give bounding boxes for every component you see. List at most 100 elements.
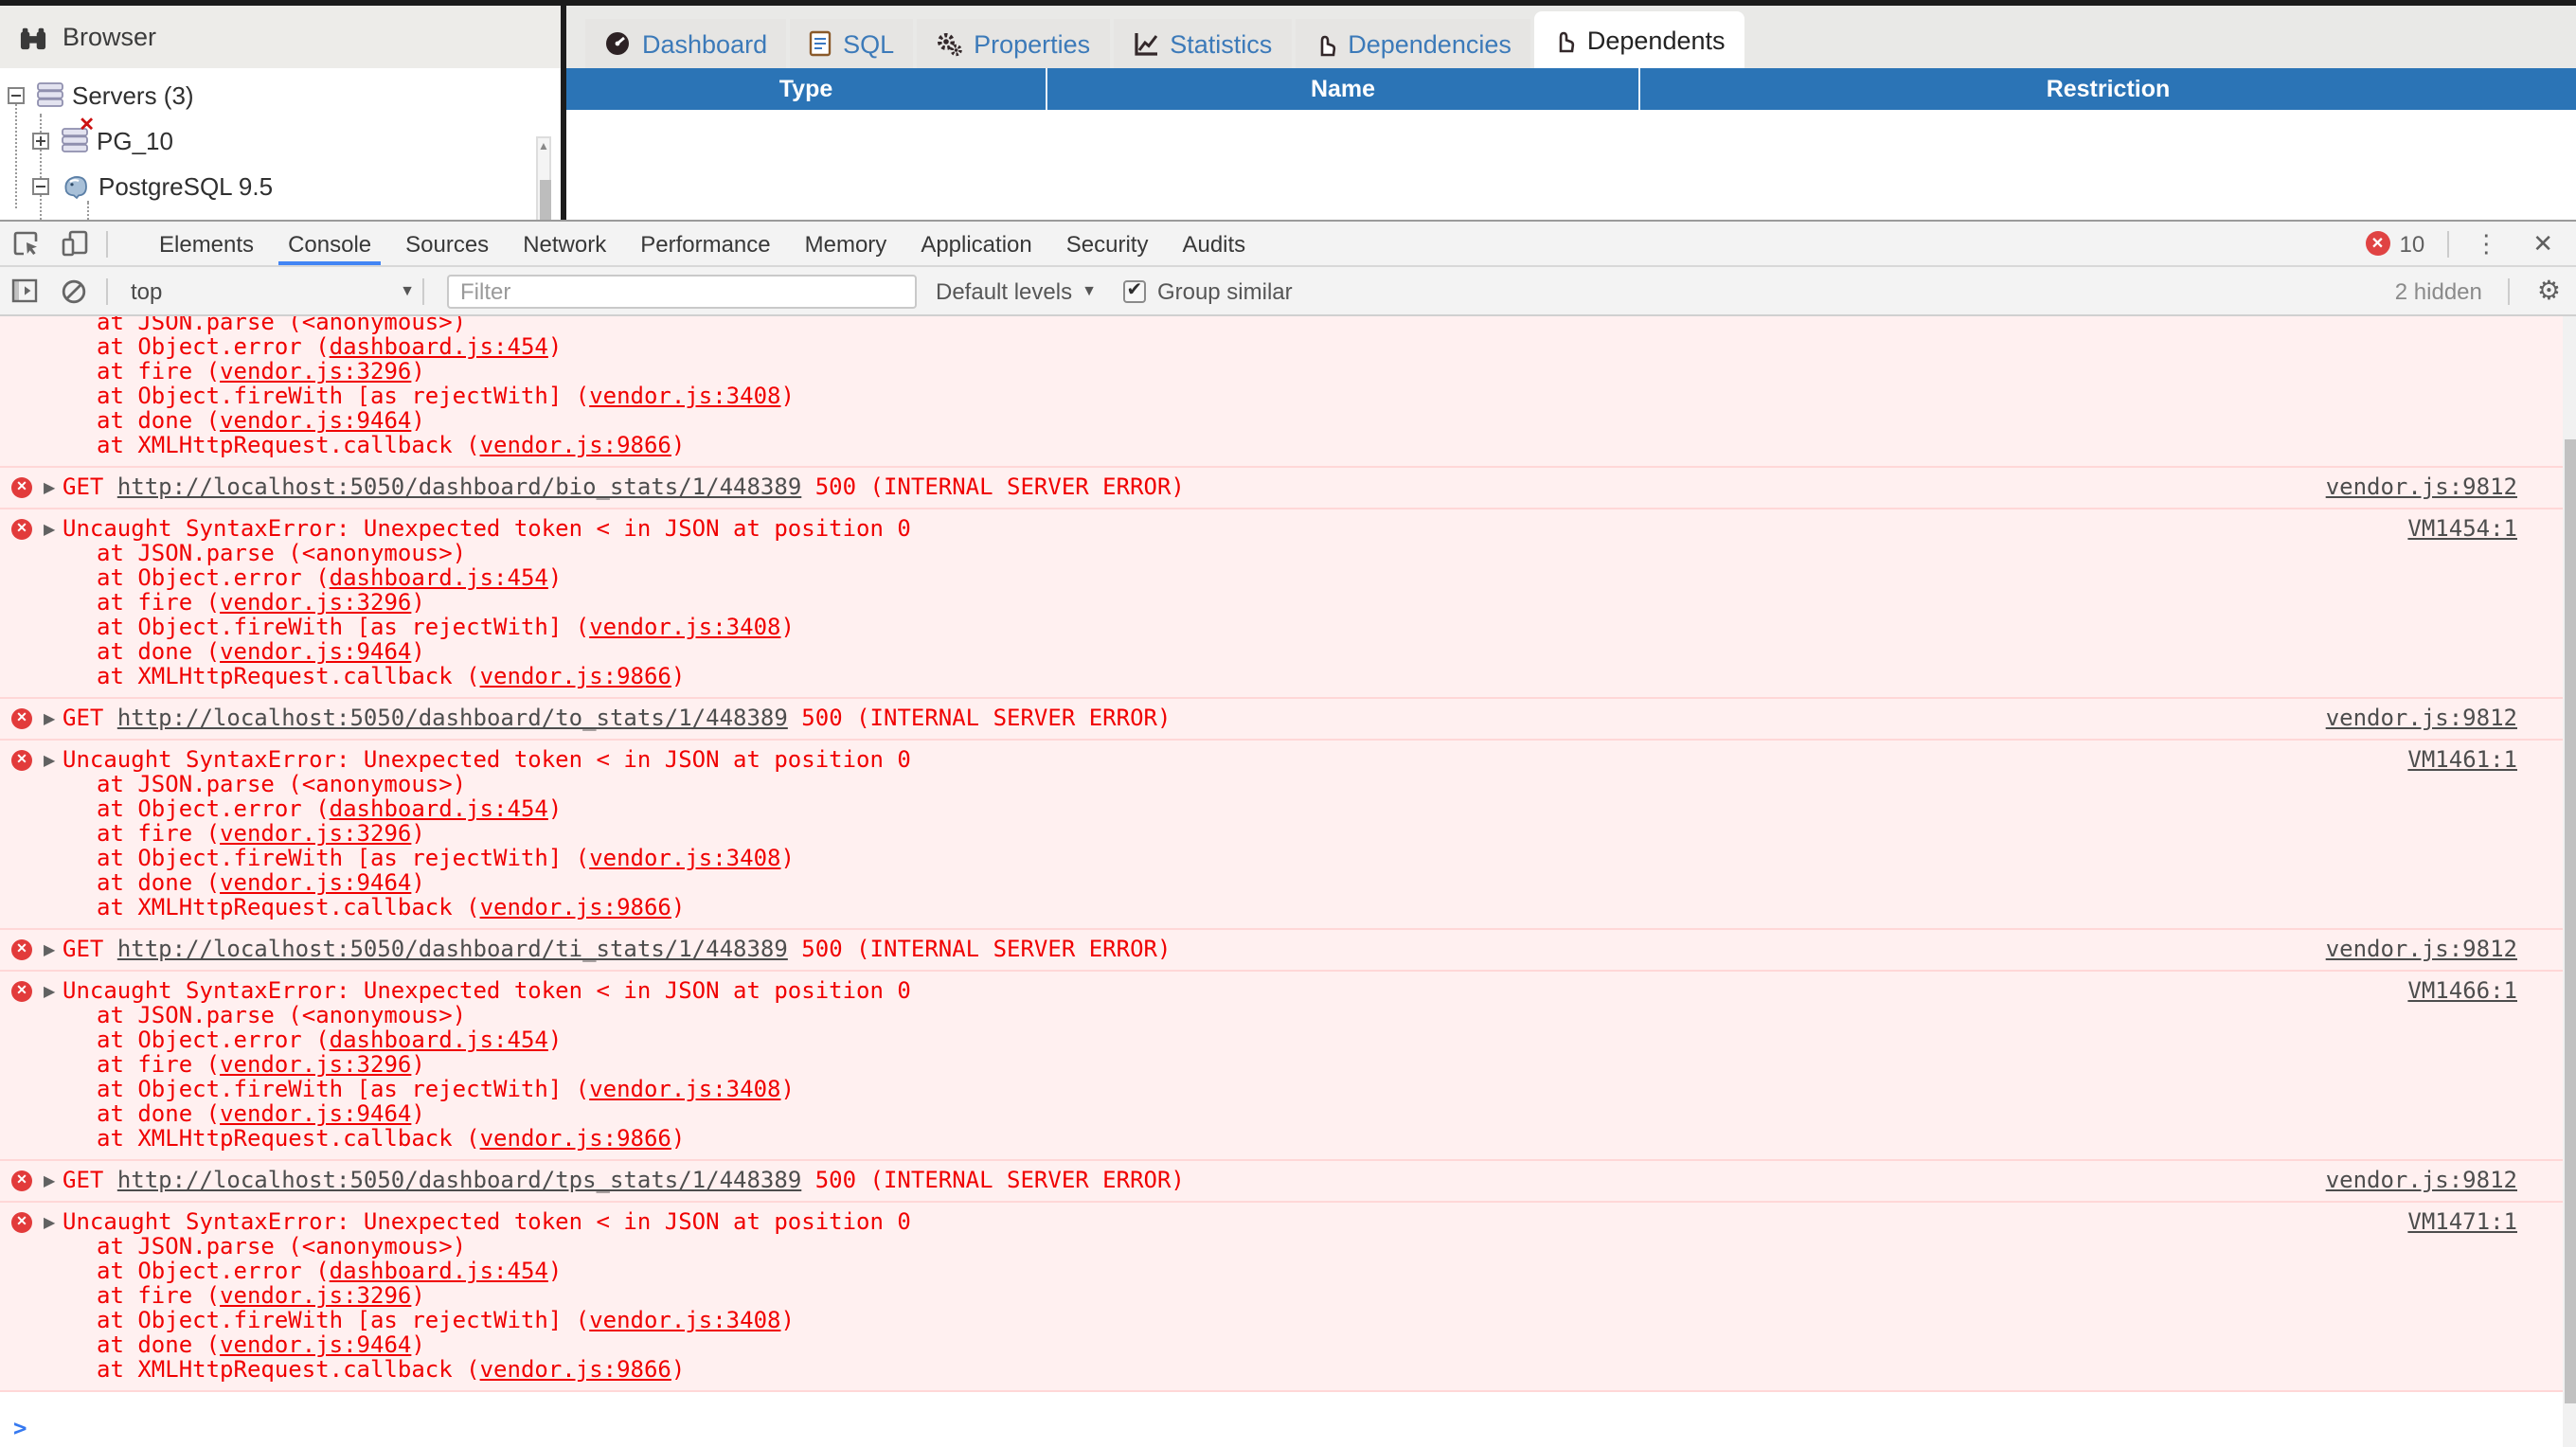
devtools-tab-sources[interactable]: Sources	[388, 222, 506, 265]
stack-file-link[interactable]: dashboard.js:454	[330, 1027, 548, 1053]
exception-summary-line: Uncaught SyntaxError: Unexpected token <…	[0, 517, 2517, 542]
source-location-link[interactable]: VM1461:1	[2407, 746, 2517, 773]
expand-triangle-icon[interactable]: ▶	[44, 937, 55, 961]
group-similar-checkbox[interactable]: ✔	[1123, 279, 1146, 302]
error-circle-icon: ✕	[11, 938, 32, 959]
source-location-link[interactable]: vendor.js:9812	[2326, 936, 2517, 962]
expand-triangle-icon[interactable]: ▶	[44, 474, 55, 499]
stack-file-link[interactable]: vendor.js:9866	[480, 1125, 671, 1152]
source-location-link[interactable]: VM1471:1	[2407, 1208, 2517, 1235]
tab-sql[interactable]: SQL	[790, 19, 913, 68]
console-sidebar-icon[interactable]	[9, 276, 40, 306]
console-prompt-row[interactable]: >	[0, 1407, 2563, 1447]
devtools-tab-performance[interactable]: Performance	[623, 222, 787, 265]
device-toolbar-icon[interactable]	[59, 228, 89, 259]
console-scrollbar[interactable]	[2563, 316, 2576, 1447]
devtools-tab-elements[interactable]: Elements	[142, 222, 271, 265]
stack-file-link[interactable]: vendor.js:3408	[589, 1307, 780, 1333]
tab-dependencies[interactable]: Dependencies	[1295, 19, 1530, 68]
stack-file-link[interactable]: vendor.js:9464	[220, 1100, 411, 1127]
column-header-restriction[interactable]: Restriction	[1640, 68, 2576, 109]
stack-file-link[interactable]: vendor.js:3296	[220, 358, 411, 384]
request-url-link[interactable]: http://localhost:5050/dashboard/bio_stat…	[117, 473, 801, 500]
collapse-box-icon[interactable]	[8, 86, 25, 103]
console-settings-gear-icon[interactable]: ⚙	[2537, 275, 2561, 307]
console-message: ✕▶Uncaught SyntaxError: Unexpected token…	[0, 1203, 2563, 1392]
hidden-messages-count[interactable]: 2 hidden	[2395, 277, 2482, 304]
divider	[422, 277, 424, 304]
console-messages: at JSON.parse (<anonymous>)at Object.err…	[0, 316, 2563, 1407]
stack-file-link[interactable]: vendor.js:3296	[220, 1051, 411, 1078]
tab-statistics[interactable]: Statistics	[1113, 19, 1291, 68]
console-area: at JSON.parse (<anonymous>)at Object.err…	[0, 316, 2576, 1447]
stack-file-link[interactable]: vendor.js:3408	[589, 1076, 780, 1102]
stack-file-link[interactable]: vendor.js:9866	[480, 1356, 671, 1383]
chevron-down-icon: ▼	[400, 282, 415, 299]
expand-triangle-icon[interactable]: ▶	[44, 978, 55, 1003]
request-url-link[interactable]: http://localhost:5050/dashboard/ti_stats…	[117, 936, 788, 962]
stack-file-link[interactable]: vendor.js:3408	[589, 383, 780, 409]
stack-file-link[interactable]: vendor.js:9464	[220, 1331, 411, 1358]
stack-file-link[interactable]: vendor.js:9464	[220, 407, 411, 434]
stack-file-link[interactable]: vendor.js:9866	[480, 663, 671, 689]
devtools-tab-network[interactable]: Network	[506, 222, 623, 265]
stack-file-link[interactable]: vendor.js:9464	[220, 869, 411, 896]
tree-item-pg10[interactable]: ✕ PG_10	[32, 119, 173, 161]
stack-file-link[interactable]: dashboard.js:454	[330, 333, 548, 360]
expand-triangle-icon[interactable]: ▶	[44, 747, 55, 772]
expand-triangle-icon[interactable]: ▶	[44, 706, 55, 730]
devtools-tab-security[interactable]: Security	[1049, 222, 1166, 265]
stack-file-link[interactable]: vendor.js:9866	[480, 894, 671, 920]
source-location-link[interactable]: vendor.js:9812	[2326, 473, 2517, 500]
column-header-name[interactable]: Name	[1047, 68, 1640, 109]
stack-file-link[interactable]: vendor.js:3296	[220, 1282, 411, 1309]
gears-icon	[936, 30, 962, 57]
kebab-menu-icon[interactable]: ⋮	[2457, 228, 2515, 259]
devtools-tab-memory[interactable]: Memory	[788, 222, 904, 265]
stack-file-link[interactable]: vendor.js:9464	[220, 638, 411, 665]
tab-dependents[interactable]: Dependents	[1534, 11, 1744, 68]
collapse-box-icon[interactable]	[32, 177, 49, 194]
error-count[interactable]: 10	[2399, 230, 2424, 257]
stack-file-link[interactable]: dashboard.js:454	[330, 795, 548, 822]
frame-context-select[interactable]: top ▼	[116, 277, 415, 304]
stack-file-link[interactable]: vendor.js:3408	[589, 614, 780, 640]
request-url-link[interactable]: http://localhost:5050/dashboard/to_stats…	[117, 705, 788, 731]
expand-box-icon[interactable]	[32, 132, 49, 149]
error-badge-icon[interactable]: ✕	[2365, 231, 2389, 256]
message-source-link-wrap: VM1454:1	[2407, 517, 2517, 542]
stack-file-link[interactable]: vendor.js:3296	[220, 820, 411, 847]
browser-panel-title: Browser	[63, 23, 156, 51]
inspect-element-icon[interactable]	[9, 228, 40, 259]
console-filter-input[interactable]	[447, 274, 917, 308]
tab-dashboard[interactable]: Dashboard	[585, 19, 786, 68]
clear-console-icon[interactable]	[59, 276, 89, 306]
stack-file-link[interactable]: vendor.js:3408	[589, 845, 780, 871]
devtools-tab-console[interactable]: Console	[271, 222, 388, 265]
source-location-link[interactable]: vendor.js:9812	[2326, 705, 2517, 731]
tab-properties[interactable]: Properties	[917, 19, 1109, 68]
scroll-up-icon[interactable]: ▲	[538, 140, 549, 155]
stack-frame-line: at fire (vendor.js:3296)	[0, 360, 2517, 384]
expand-triangle-icon[interactable]: ▶	[44, 1209, 55, 1234]
stack-file-link[interactable]: dashboard.js:454	[330, 564, 548, 591]
source-location-link[interactable]: VM1466:1	[2407, 977, 2517, 1004]
tree-item-postgresql95[interactable]: PostgreSQL 9.5	[32, 165, 273, 206]
stack-frame-line: at done (vendor.js:9464)	[0, 871, 2517, 896]
devtools-tab-application[interactable]: Application	[903, 222, 1048, 265]
column-header-type[interactable]: Type	[566, 68, 1047, 109]
stack-file-link[interactable]: vendor.js:3296	[220, 589, 411, 616]
stack-file-link[interactable]: dashboard.js:454	[330, 1258, 548, 1284]
expand-triangle-icon[interactable]: ▶	[44, 516, 55, 541]
console-scrollbar-thumb[interactable]	[2564, 439, 2575, 1403]
source-location-link[interactable]: vendor.js:9812	[2326, 1167, 2517, 1193]
source-location-link[interactable]: VM1454:1	[2407, 515, 2517, 542]
tree-item-servers[interactable]: Servers (3)	[8, 74, 194, 116]
error-circle-icon: ✕	[11, 707, 32, 728]
stack-file-link[interactable]: vendor.js:9866	[480, 432, 671, 458]
expand-triangle-icon[interactable]: ▶	[44, 1168, 55, 1192]
devtools-tab-audits[interactable]: Audits	[1165, 222, 1262, 265]
log-levels-select[interactable]: Default levels ▼	[936, 277, 1097, 304]
close-devtools-icon[interactable]: ✕	[2515, 228, 2565, 259]
request-url-link[interactable]: http://localhost:5050/dashboard/tps_stat…	[117, 1167, 801, 1193]
